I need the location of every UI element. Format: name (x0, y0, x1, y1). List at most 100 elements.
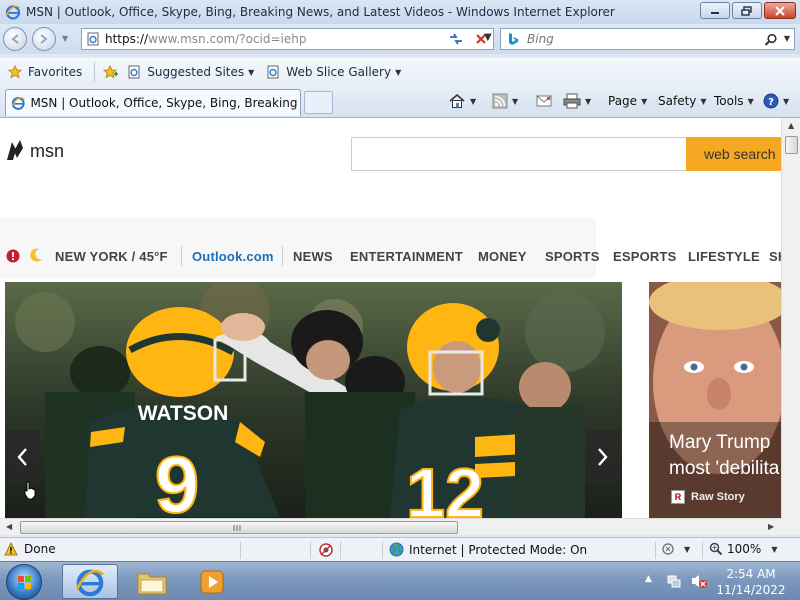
nav-money[interactable]: MONEY (478, 249, 527, 264)
web-slice-gallery-button[interactable]: Web Slice Gallery ▼ (262, 60, 405, 84)
back-arrow-icon (11, 34, 19, 44)
mail-icon (536, 95, 552, 107)
favorites-bar: Favorites Suggested Sites ▼ Web Slice Ga… (0, 58, 800, 86)
hero-carousel[interactable]: WATSON 9 12 (5, 282, 622, 518)
search-box[interactable]: Bing ▼ (500, 28, 795, 50)
back-button[interactable] (3, 27, 27, 51)
minimize-button[interactable] (700, 2, 730, 19)
recent-pages-chevron-icon[interactable]: ▼ (62, 34, 68, 43)
scroll-right-arrow-icon[interactable]: ▶ (768, 522, 774, 531)
media-player-icon (200, 570, 224, 593)
system-clock[interactable]: 2:54 AM 11/14/2022 (716, 566, 786, 598)
page-chevron-icon: ▼ (641, 96, 648, 106)
forward-arrow-icon (40, 34, 48, 44)
news-card-photo (649, 282, 781, 518)
compatibility-view-button[interactable] (445, 29, 467, 49)
url-scheme: https:// (105, 32, 149, 46)
start-button[interactable] (6, 564, 42, 600)
horizontal-scrollbar[interactable]: ◀ ▶ (0, 518, 781, 535)
address-bar[interactable]: https:// www.msn.com/?ocid=iehp ▼ (81, 28, 516, 50)
page-menu-button[interactable]: Page ▼ (608, 90, 647, 112)
web-slice-gallery-label: Web Slice Gallery (286, 65, 392, 79)
bing-icon (509, 33, 518, 45)
feeds-icon (492, 93, 508, 109)
msn-logo[interactable]: msn (4, 138, 64, 164)
nav-esports[interactable]: ESPORTS (613, 249, 677, 264)
alert-icon[interactable] (6, 249, 20, 263)
stop-button[interactable] (470, 29, 492, 49)
add-favorite-star-icon (103, 65, 119, 79)
search-magnifier-icon[interactable] (764, 33, 778, 47)
tools-menu-label: Tools (714, 94, 744, 108)
scroll-left-arrow-icon[interactable]: ◀ (6, 522, 12, 531)
tools-menu-button[interactable]: Tools ▼ (714, 90, 754, 112)
internet-explorer-icon (5, 5, 21, 20)
home-button[interactable]: ▼ (448, 90, 476, 112)
search-options-chevron-icon[interactable]: ▼ (784, 34, 790, 43)
nav-news[interactable]: NEWS (293, 249, 333, 264)
scroll-up-arrow-icon[interactable]: ▲ (788, 121, 794, 130)
suggested-sites-button[interactable]: Suggested Sites ▼ (123, 60, 258, 84)
vertical-scrollbar[interactable]: ▲ (781, 118, 800, 518)
web-search-button[interactable]: web search (686, 137, 781, 171)
print-button[interactable]: ▼ (563, 90, 591, 112)
raw-story-logo: R (671, 490, 685, 504)
folder-icon (137, 573, 167, 594)
taskbar-internet-explorer[interactable] (62, 564, 118, 599)
new-tab-button[interactable] (304, 91, 333, 114)
status-divider (382, 541, 383, 559)
add-to-favorites-bar-button[interactable] (99, 60, 123, 84)
nav-shopping-partial[interactable]: SH (769, 249, 781, 264)
svg-text:?: ? (768, 97, 774, 108)
favorites-separator (94, 62, 96, 82)
carousel-next-button[interactable] (586, 430, 620, 484)
restore-button[interactable] (732, 2, 762, 19)
suggested-sites-icon (128, 65, 140, 79)
address-row: ▼ https:// www.msn.com/?ocid=iehp ▼ Bing… (0, 24, 800, 54)
hero-photo: WATSON 9 12 (5, 282, 622, 518)
network-icon[interactable] (666, 573, 682, 589)
show-hidden-icons-arrow-icon[interactable]: ▲ (645, 574, 652, 584)
web-slice-gallery-icon (267, 65, 279, 79)
tab-title: MSN | Outlook, Office, Skype, Bing, Brea… (30, 96, 300, 110)
close-button[interactable] (764, 2, 796, 19)
grip-icon (233, 525, 241, 531)
security-zone[interactable]: Internet | Protected Mode: On (389, 542, 587, 557)
protected-mode-button[interactable]: ▼ (662, 542, 690, 556)
nav-lifestyle[interactable]: LIFESTYLE (688, 249, 760, 264)
feeds-button[interactable]: ▼ (492, 90, 518, 112)
favorites-button[interactable]: Favorites (4, 60, 86, 84)
volume-muted-icon[interactable] (690, 573, 708, 589)
minimize-icon (711, 11, 719, 14)
weather-link[interactable]: NEW YORK / 45°F (55, 249, 168, 264)
taskbar-media-player[interactable] (184, 564, 240, 599)
status-divider (240, 541, 241, 559)
vertical-scroll-thumb[interactable] (785, 136, 798, 154)
horizontal-scroll-thumb[interactable] (20, 521, 458, 534)
taskbar-windows-explorer[interactable] (124, 564, 180, 599)
headline-line-2: most 'debilita (669, 458, 780, 479)
zoom-magnifier-icon (709, 542, 723, 556)
restore-icon (741, 5, 752, 16)
warning-icon (4, 542, 18, 556)
news-card-trump[interactable]: Mary Trump most 'debilita R Raw Story (649, 282, 781, 518)
nav-sports[interactable]: SPORTS (545, 249, 600, 264)
status-text: Done (24, 542, 56, 556)
privacy-report-button[interactable] (318, 542, 334, 558)
zoom-button[interactable]: 100% ▼ (709, 542, 777, 556)
web-search-label: web search (704, 146, 776, 162)
tab-msn[interactable]: MSN | Outlook, Office, Skype, Bing, Brea… (5, 89, 301, 116)
internet-explorer-icon (75, 569, 104, 596)
outlook-link[interactable]: Outlook.com (192, 249, 274, 264)
ie-window: MSN | Outlook, Office, Skype, Bing, Brea… (0, 0, 800, 600)
read-mail-button[interactable] (536, 90, 552, 112)
msn-search-input[interactable] (351, 137, 687, 171)
moon-weather-icon[interactable] (28, 247, 44, 263)
clock-date: 11/14/2022 (716, 583, 786, 597)
forward-button[interactable] (32, 27, 56, 51)
safety-menu-button[interactable]: Safety ▼ (658, 90, 707, 112)
help-button[interactable]: ? ▼ (763, 90, 789, 112)
nav-entertainment[interactable]: ENTERTAINMENT (350, 249, 463, 264)
carousel-prev-button[interactable] (5, 430, 39, 484)
status-bar: Done Internet | Protected Mode: On ▼ 100… (0, 537, 800, 561)
